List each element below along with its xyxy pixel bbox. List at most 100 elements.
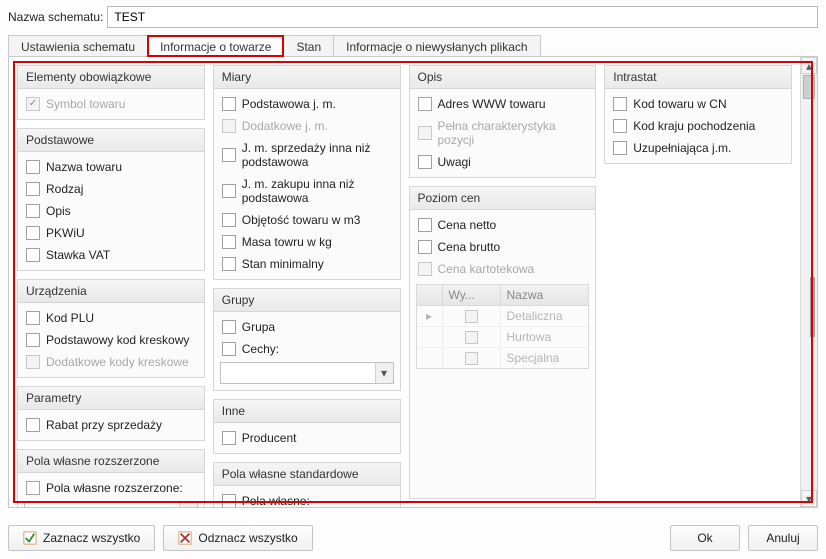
tab-informacje-o-towarze[interactable]: Informacje o towarze <box>147 35 284 57</box>
check-label: Pola własne: <box>242 494 310 507</box>
check-jm-zakupu[interactable]: J. m. zakupu inna niż podstawowa <box>220 173 394 209</box>
combo-pola-wlasne-rozszerzone[interactable]: ▾ <box>24 501 198 507</box>
check-producent[interactable]: Producent <box>220 427 394 449</box>
check-label: Uwagi <box>438 155 471 169</box>
checkbox-icon <box>613 119 627 133</box>
scroll-up-icon[interactable]: ▴ <box>801 57 817 74</box>
checkbox-icon <box>418 240 432 254</box>
checkbox-icon <box>465 331 478 344</box>
group-title: Podstawowe <box>18 129 204 152</box>
group-title: Elementy obowiązkowe <box>18 66 204 89</box>
check-grupa[interactable]: Grupa <box>220 316 394 338</box>
checkbox-icon <box>418 97 432 111</box>
scroll-down-icon[interactable]: ▾ <box>801 490 817 507</box>
tab-ustawienia-schematu[interactable]: Ustawienia schematu <box>8 35 148 57</box>
check-objetosc-m3[interactable]: Objętość towaru w m3 <box>220 209 394 231</box>
check-label: Cena netto <box>438 218 497 232</box>
group-title: Grupy <box>214 289 400 312</box>
col-1: Elementy obowiązkowe Symbol towaru Podst… <box>17 65 205 499</box>
checkbox-icon <box>222 431 236 445</box>
col-2: Miary Podstawowa j. m. Dodatkowe j. m. J… <box>213 65 401 499</box>
group-intrastat: Intrastat Kod towaru w CN Kod kraju poch… <box>604 65 792 164</box>
group-elementy-obowiazkowe: Elementy obowiązkowe Symbol towaru <box>17 65 205 120</box>
ok-button[interactable]: Ok <box>670 525 740 551</box>
check-rabat-przy-sprzedazy[interactable]: Rabat przy sprzedaży <box>24 414 198 436</box>
check-kod-towaru-cn[interactable]: Kod towaru w CN <box>611 93 785 115</box>
check-opis[interactable]: Opis <box>24 200 198 222</box>
group-title: Miary <box>214 66 400 89</box>
check-stan-minimalny[interactable]: Stan minimalny <box>220 253 394 275</box>
check-rodzaj[interactable]: Rodzaj <box>24 178 198 200</box>
check-label: Rabat przy sprzedaży <box>46 418 162 432</box>
check-pkwiu[interactable]: PKWiU <box>24 222 198 244</box>
schema-name-input[interactable] <box>107 6 818 28</box>
button-label: Odznacz wszystko <box>198 531 297 545</box>
check-dodatkowe-jm: Dodatkowe j. m. <box>220 115 394 137</box>
checkbox-icon <box>222 494 236 507</box>
group-poziom-cen: Poziom cen Cena netto Cena brutto Cena k… <box>409 186 597 499</box>
check-masa-kg[interactable]: Masa towru w kg <box>220 231 394 253</box>
check-pola-wlasne[interactable]: Pola własne: <box>220 490 394 507</box>
chevron-down-icon[interactable]: ▾ <box>375 363 393 383</box>
scroll-area: Elementy obowiązkowe Symbol towaru Podst… <box>9 57 817 507</box>
group-title: Pola własne standardowe <box>214 463 400 486</box>
combo-cechy[interactable]: ▾ <box>220 362 394 384</box>
scroll-thumb[interactable] <box>803 75 815 99</box>
group-urzadzenia: Urządzenia Kod PLU Podstawowy kod kresko… <box>17 279 205 378</box>
select-all-button[interactable]: Zaznacz wszystko <box>8 525 155 551</box>
table-row: ▸ Detaliczna <box>417 306 589 327</box>
check-label: J. m. zakupu inna niż podstawowa <box>242 177 392 205</box>
check-label: Dodatkowe kody kreskowe <box>46 355 189 369</box>
table-row: Hurtowa <box>417 327 589 348</box>
check-podstawowa-jm[interactable]: Podstawowa j. m. <box>220 93 394 115</box>
group-opis: Opis Adres WWW towaru Pełna charakteryst… <box>409 65 597 178</box>
button-label: Zaznacz wszystko <box>43 531 140 545</box>
check-label: Opis <box>46 204 71 218</box>
checkbox-icon <box>465 352 478 365</box>
check-label: Kod towaru w CN <box>633 97 726 111</box>
check-label: Symbol towaru <box>46 97 125 111</box>
check-cena-brutto[interactable]: Cena brutto <box>416 236 590 258</box>
group-grupy: Grupy Grupa Cechy: ▾ <box>213 288 401 391</box>
tab-informacje-o-niewyslanych-plikach[interactable]: Informacje o niewysłanych plikach <box>333 35 540 57</box>
tab-strip: Ustawienia schematu Informacje o towarze… <box>8 32 818 56</box>
schema-name-label: Nazwa schematu: <box>8 10 103 24</box>
tab-stan[interactable]: Stan <box>283 35 334 57</box>
check-adres-www[interactable]: Adres WWW towaru <box>416 93 590 115</box>
checkbox-icon <box>26 248 40 262</box>
columns: Elementy obowiązkowe Symbol towaru Podst… <box>17 65 792 499</box>
deselect-all-button[interactable]: Odznacz wszystko <box>163 525 312 551</box>
settings-dialog: Nazwa schematu: Ustawienia schematu Info… <box>0 0 826 559</box>
checkbox-icon <box>222 213 236 227</box>
checkbox-icon <box>613 97 627 111</box>
group-parametry: Parametry Rabat przy sprzedaży <box>17 386 205 441</box>
group-title: Pola własne rozszerzone <box>18 450 204 473</box>
col-nazwa[interactable]: Nazwa <box>501 285 589 305</box>
check-podstawowy-kod-kreskowy[interactable]: Podstawowy kod kreskowy <box>24 329 198 351</box>
check-label: PKWiU <box>46 226 85 240</box>
check-dodatkowe-kody-kreskowe: Dodatkowe kody kreskowe <box>24 351 198 373</box>
row-indicator-icon: ▸ <box>417 306 443 326</box>
checkbox-icon <box>418 126 432 140</box>
checkbox-icon <box>418 262 432 276</box>
vertical-scrollbar[interactable]: ▴ ▾ <box>800 57 817 507</box>
check-kod-plu[interactable]: Kod PLU <box>24 307 198 329</box>
check-label: Stan minimalny <box>242 257 324 271</box>
chevron-down-icon[interactable]: ▾ <box>179 502 197 507</box>
row-label: Specjalna <box>501 348 589 368</box>
check-pola-wlasne-rozszerzone[interactable]: Pola własne rozszerzone: <box>24 477 198 499</box>
check-stawka-vat[interactable]: Stawka VAT <box>24 244 198 266</box>
check-jm-sprzedazy[interactable]: J. m. sprzedaży inna niż podstawowa <box>220 137 394 173</box>
check-nazwa-towaru[interactable]: Nazwa towaru <box>24 156 198 178</box>
cancel-button[interactable]: Anuluj <box>748 525 818 551</box>
check-uzupelniajaca-jm[interactable]: Uzupełniająca j.m. <box>611 137 785 159</box>
check-uwagi[interactable]: Uwagi <box>416 151 590 173</box>
check-cena-netto[interactable]: Cena netto <box>416 214 590 236</box>
check-label: Podstawowy kod kreskowy <box>46 333 189 347</box>
check-cechy[interactable]: Cechy: <box>220 338 394 360</box>
checkbox-icon <box>222 257 236 271</box>
col-wybrano[interactable]: Wy... <box>443 285 501 305</box>
check-label: Pola własne rozszerzone: <box>46 481 183 495</box>
check-kod-kraju-pochodzenia[interactable]: Kod kraju pochodzenia <box>611 115 785 137</box>
checkbox-icon <box>613 141 627 155</box>
